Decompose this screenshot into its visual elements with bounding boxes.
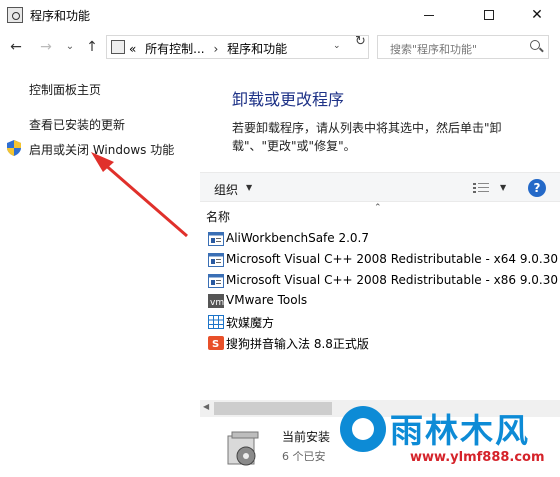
view-dropdown-icon[interactable]: ▼ [500,183,506,192]
watermark-logo-icon [340,406,386,452]
view-options-icon[interactable] [473,182,489,194]
sidebar: 控制面板主页 查看已安装的更新 启用或关闭 Windows 功能 [0,64,200,477]
list-item[interactable]: AliWorkbenchSafe 2.0.7 [208,229,558,249]
watermark: 雨林木风 www.ylmf888.com [340,402,560,477]
watermark-url: www.ylmf888.com [410,450,545,465]
recent-locations-button[interactable]: ⌄ [62,41,78,52]
window-app-icon [208,232,224,246]
sogou-icon: S [208,336,224,350]
window-title: 程序和功能 [30,9,91,23]
command-bar: 组织 ▼ ▼ ? [200,172,560,202]
vmware-icon: vm [208,294,224,308]
list-item[interactable]: vm VMware Tools [208,291,558,311]
maximize-button[interactable] [466,0,512,30]
search-icon[interactable] [530,40,540,50]
details-installed-count: 6 个已安 [282,450,326,463]
window-app-icon [208,274,224,288]
maximize-icon [484,10,494,20]
installer-box-icon [227,431,259,466]
grid-icon [208,315,224,329]
details-current-installed: 当前安装 [282,430,331,444]
sidebar-link-updates[interactable]: 查看已安装的更新 [29,116,125,133]
scrollbar-thumb[interactable] [214,402,332,415]
up-button[interactable]: ↑ [84,39,100,55]
search-input[interactable]: 搜索"程序和功能" [377,35,549,59]
sort-ascending-icon: ⌃ [374,203,382,213]
page-title: 卸载或更改程序 [232,90,345,109]
program-name: Microsoft Visual C++ 2008 Redistributabl… [226,273,558,287]
scroll-left-icon[interactable]: ◀ [203,402,209,411]
program-name: AliWorkbenchSafe 2.0.7 [226,231,369,245]
forward-button[interactable]: → [38,39,54,55]
svg-text:vm: vm [210,298,224,308]
sidebar-link-windows-features[interactable]: 启用或关闭 Windows 功能 [29,141,174,158]
address-bar[interactable]: « 所有控制... › 程序和功能 ⌄ [106,35,369,59]
list-item[interactable]: 软媒魔方 [208,312,558,332]
window-app-icon [208,253,224,267]
address-row: ← → ⌄ ↑ « 所有控制... › 程序和功能 ⌄ ↻ 搜索"程序和功能" [0,30,560,64]
column-header-name[interactable]: 名称 [206,208,230,225]
close-icon: ✕ [531,7,543,23]
list-item[interactable]: S 搜狗拼音输入法 8.8正式版 [208,333,558,353]
breadcrumb-separator[interactable]: › [213,42,218,56]
back-button[interactable]: ← [8,39,24,55]
program-name: 搜狗拼音输入法 8.8正式版 [226,337,369,351]
svg-text:S: S [212,339,219,350]
minimize-button[interactable] [406,0,452,30]
breadcrumb-programs[interactable]: 程序和功能 [227,42,287,56]
breadcrumb-all-control-panel[interactable]: 所有控制... [145,42,204,56]
programs-and-features-window: 程序和功能 ✕ ← → ⌄ ↑ « 所有控制... › 程序和功能 ⌄ ↻ 搜索… [0,0,560,477]
refresh-button[interactable]: ↻ [355,34,366,49]
search-placeholder: 搜索"程序和功能" [390,43,478,56]
watermark-brand: 雨林木风 [390,411,530,450]
title-bar: 程序和功能 ✕ [0,0,560,30]
program-name: 软媒魔方 [226,316,275,330]
program-name: VMware Tools [226,293,308,307]
uac-shield-icon [7,140,21,156]
breadcrumb-overflow[interactable]: « [129,42,136,56]
program-name: Microsoft Visual C++ 2008 Redistributabl… [226,252,558,266]
organize-button[interactable]: 组织 [214,181,238,198]
sidebar-link-home[interactable]: 控制面板主页 [29,81,101,98]
list-item[interactable]: Microsoft Visual C++ 2008 Redistributabl… [208,250,558,270]
page-description: 若要卸载程序，请从列表中将其选中，然后单击"卸载"、"更改"或"修复"。 [232,121,502,153]
close-button[interactable]: ✕ [514,0,560,30]
control-panel-icon [111,40,125,54]
chevron-down-icon[interactable]: ▼ [246,183,252,192]
minimize-icon [424,14,434,16]
help-icon[interactable]: ? [528,179,546,197]
breadcrumb: « 所有控制... › 程序和功能 [129,40,292,57]
list-item[interactable]: Microsoft Visual C++ 2008 Redistributabl… [208,271,558,291]
address-dropdown-icon[interactable]: ⌄ [333,41,341,51]
control-panel-icon [7,7,23,23]
